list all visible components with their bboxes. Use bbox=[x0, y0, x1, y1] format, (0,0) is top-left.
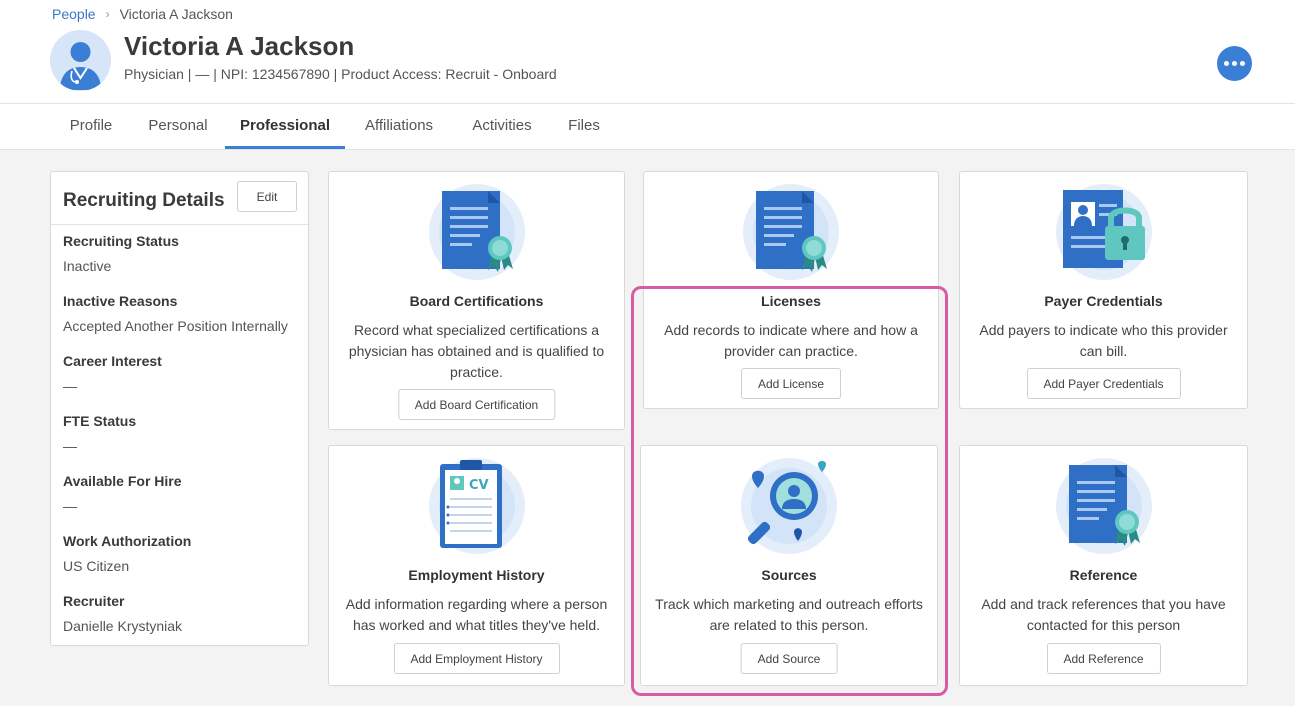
card-title: Licenses bbox=[761, 293, 821, 309]
certificate-icon bbox=[428, 184, 525, 280]
svg-text:CV: CV bbox=[469, 478, 489, 493]
card-title: Sources bbox=[761, 567, 817, 583]
recruiting-details-panel: Recruiting Details Edit Recruiting Statu… bbox=[50, 171, 309, 646]
field-work-authorization: Work Authorization US Citizen bbox=[63, 533, 192, 574]
doctor-avatar-icon bbox=[50, 30, 111, 91]
tab-activities[interactable]: Activities bbox=[456, 104, 548, 149]
card-title: Payer Credentials bbox=[1044, 293, 1163, 309]
card-description: Add payers to indicate who this provider… bbox=[979, 322, 1228, 359]
card-description: Add information regarding where a person… bbox=[345, 596, 608, 633]
add-source-button[interactable]: Add Source bbox=[740, 643, 838, 674]
license-document-icon bbox=[743, 184, 839, 280]
payer-credentials-card: Payer Credentials Add payers to indicate… bbox=[959, 171, 1248, 409]
breadcrumb-people-link[interactable]: People bbox=[52, 6, 96, 22]
cv-clipboard-icon: CV bbox=[428, 458, 525, 554]
add-employment-history-button[interactable]: Add Employment History bbox=[393, 643, 560, 674]
breadcrumb: People › Victoria A Jackson bbox=[52, 6, 233, 22]
breadcrumb-current: Victoria A Jackson bbox=[119, 6, 233, 22]
board-certifications-card: Board Certifications Record what special… bbox=[328, 171, 625, 430]
person-name: Victoria A Jackson bbox=[124, 31, 355, 61]
tab-profile[interactable]: Profile bbox=[51, 104, 131, 149]
card-description: Track which marketing and outreach effor… bbox=[655, 596, 923, 633]
edit-button[interactable]: Edit bbox=[237, 181, 297, 212]
professional-content: Recruiting Details Edit Recruiting Statu… bbox=[0, 150, 1295, 706]
card-title: Employment History bbox=[408, 567, 545, 583]
card-title: Reference bbox=[1069, 567, 1138, 583]
card-description: Add and track references that you have c… bbox=[981, 596, 1226, 633]
card-title: Board Certifications bbox=[409, 293, 544, 309]
more-options-button[interactable] bbox=[1217, 46, 1252, 81]
person-header: People › Victoria A Jackson Victoria A J… bbox=[0, 0, 1295, 104]
profile-tabs: Profile Personal Professional Affiliatio… bbox=[0, 104, 1295, 150]
recruiting-details-header: Recruiting Details Edit bbox=[51, 172, 308, 225]
sources-card: Sources Track which marketing and outrea… bbox=[640, 445, 938, 686]
field-recruiter: Recruiter Danielle Krystyniak bbox=[63, 593, 183, 634]
person-subtitle: Physician | — | NPI: 1234567890 | Produc… bbox=[124, 66, 557, 82]
employment-history-card: CV Employment History Add information re… bbox=[328, 445, 625, 686]
more-horizontal-icon bbox=[1224, 61, 1229, 66]
licenses-card: Licenses Add records to indicate where a… bbox=[643, 171, 939, 409]
reference-document-icon bbox=[1055, 458, 1152, 554]
magnifier-person-icon bbox=[741, 458, 837, 554]
reference-card: Reference Add and track references that … bbox=[959, 445, 1248, 686]
add-board-certification-button[interactable]: Add Board Certification bbox=[397, 389, 556, 420]
field-recruiting-status: Recruiting Status Inactive bbox=[63, 233, 179, 274]
field-available-for-hire: Available For Hire — bbox=[63, 473, 182, 514]
locked-id-card-icon bbox=[1055, 184, 1152, 280]
recruiting-details-title: Recruiting Details bbox=[63, 190, 225, 211]
tab-professional[interactable]: Professional bbox=[225, 104, 345, 149]
card-description: Record what specialized certifications a… bbox=[348, 322, 605, 380]
field-inactive-reasons: Inactive Reasons Accepted Another Positi… bbox=[63, 293, 288, 334]
field-career-interest: Career Interest — bbox=[63, 353, 162, 394]
field-fte-status: FTE Status — bbox=[63, 413, 137, 454]
tab-files[interactable]: Files bbox=[554, 104, 614, 149]
add-payer-credentials-button[interactable]: Add Payer Credentials bbox=[1026, 368, 1181, 399]
card-description: Add records to indicate where and how a … bbox=[664, 322, 918, 359]
add-license-button[interactable]: Add License bbox=[740, 368, 842, 399]
add-reference-button[interactable]: Add Reference bbox=[1046, 643, 1161, 674]
tab-affiliations[interactable]: Affiliations bbox=[349, 104, 449, 149]
chevron-right-icon: › bbox=[105, 7, 110, 21]
tab-personal[interactable]: Personal bbox=[133, 104, 223, 149]
